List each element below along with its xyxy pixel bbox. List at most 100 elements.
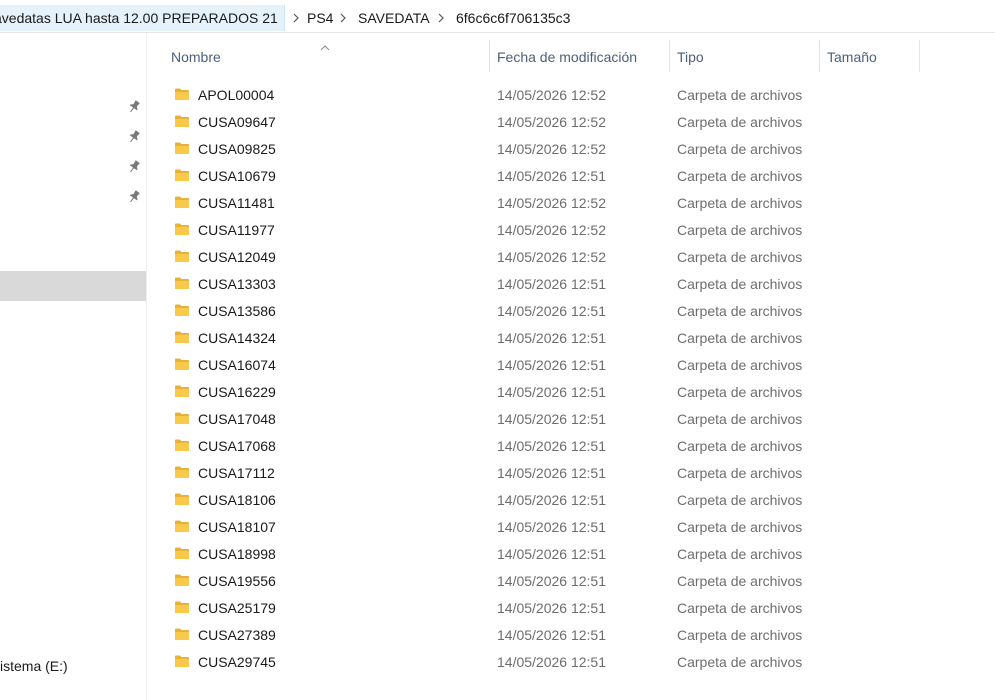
file-name: CUSA09825 — [198, 141, 276, 157]
folder-icon — [174, 249, 190, 263]
column-header-type[interactable]: Tipo — [677, 40, 819, 74]
pin-icon[interactable] — [126, 99, 142, 115]
file-row[interactable]: CUSA18107 14/05/2026 12:51 Carpeta de arch… — [166, 514, 986, 541]
file-row[interactable]: CUSA13586 14/05/2026 12:51 Carpeta de arch… — [166, 298, 986, 325]
file-name: CUSA12049 — [198, 249, 276, 265]
file-type: Carpeta de archivos — [677, 465, 803, 481]
folder-icon — [174, 573, 190, 587]
nav-item-selected[interactable] — [0, 271, 146, 301]
file-row[interactable]: CUSA09647 14/05/2026 12:52 Carpeta de arch… — [166, 109, 986, 136]
file-row[interactable]: CUSA09825 14/05/2026 12:52 Carpeta de arch… — [166, 136, 986, 163]
breadcrumb-label: PS4 — [307, 10, 334, 26]
file-name: CUSA13303 — [198, 276, 276, 292]
breadcrumb-segment-savedatas[interactable]: avedatas LUA hasta 12.00 PREPARADOS 21 — [0, 5, 285, 31]
folder-icon — [174, 276, 190, 290]
chevron-right-icon[interactable] — [286, 5, 306, 31]
file-type: Carpeta de archivos — [677, 411, 803, 427]
nav-item-drive-e[interactable]: istema (E:) — [0, 658, 68, 674]
folder-icon — [174, 600, 190, 614]
file-type: Carpeta de archivos — [677, 195, 803, 211]
chevron-right-icon[interactable] — [431, 5, 451, 31]
folder-icon — [174, 330, 190, 344]
column-divider[interactable] — [919, 40, 920, 72]
file-row[interactable]: CUSA10679 14/05/2026 12:51 Carpeta de arch… — [166, 163, 986, 190]
file-row[interactable]: CUSA25179 14/05/2026 12:51 Carpeta de arch… — [166, 595, 986, 622]
file-date-modified: 14/05/2026 12:51 — [497, 546, 606, 562]
file-name: CUSA19556 — [198, 573, 276, 589]
address-bar[interactable]: avedatas LUA hasta 12.00 PREPARADOS 21 P… — [0, 5, 995, 33]
file-name: CUSA29745 — [198, 654, 276, 670]
file-type: Carpeta de archivos — [677, 654, 803, 670]
file-name: CUSA11977 — [198, 222, 275, 238]
file-date-modified: 14/05/2026 12:51 — [497, 492, 606, 508]
file-row[interactable]: APOL00004 14/05/2026 12:52 Carpeta de arch… — [166, 82, 986, 109]
pin-icon[interactable] — [126, 159, 142, 175]
folder-icon — [174, 222, 190, 236]
file-name: CUSA10679 — [198, 168, 276, 184]
chevron-right-icon[interactable] — [333, 5, 353, 31]
file-date-modified: 14/05/2026 12:51 — [497, 438, 606, 454]
file-row[interactable]: CUSA11481 14/05/2026 12:52 Carpeta de arch… — [166, 190, 986, 217]
folder-icon — [174, 357, 190, 371]
file-row[interactable]: CUSA18106 14/05/2026 12:51 Carpeta de arch… — [166, 487, 986, 514]
file-name: CUSA18107 — [198, 519, 276, 535]
file-date-modified: 14/05/2026 12:51 — [497, 600, 606, 616]
file-row[interactable]: CUSA13303 14/05/2026 12:51 Carpeta de arch… — [166, 271, 986, 298]
file-row[interactable]: CUSA29745 14/05/2026 12:51 Carpeta de arch… — [166, 649, 986, 676]
folder-icon — [174, 411, 190, 425]
pin-icon[interactable] — [126, 129, 142, 145]
file-type: Carpeta de archivos — [677, 600, 803, 616]
file-type: Carpeta de archivos — [677, 168, 803, 184]
file-row[interactable]: CUSA17048 14/05/2026 12:51 Carpeta de arch… — [166, 406, 986, 433]
file-type: Carpeta de archivos — [677, 276, 803, 292]
folder-icon — [174, 384, 190, 398]
file-name: CUSA09647 — [198, 114, 276, 130]
file-date-modified: 14/05/2026 12:52 — [497, 195, 606, 211]
column-header-size[interactable]: Tamaño — [827, 40, 919, 74]
breadcrumb-segment-current-folder[interactable]: 6f6c6c6f706135c3 — [456, 5, 570, 31]
column-header-name[interactable]: Nombre — [171, 40, 489, 74]
pin-icon[interactable] — [126, 189, 142, 205]
file-name: CUSA16229 — [198, 384, 276, 400]
file-row[interactable]: CUSA14324 14/05/2026 12:51 Carpeta de arch… — [166, 325, 986, 352]
file-type: Carpeta de archivos — [677, 114, 803, 130]
file-name: CUSA14324 — [198, 330, 276, 346]
file-row[interactable]: CUSA19556 14/05/2026 12:51 Carpeta de arch… — [166, 568, 986, 595]
folder-icon — [174, 168, 190, 182]
breadcrumb-segment-savedata[interactable]: SAVEDATA — [358, 5, 430, 31]
file-type: Carpeta de archivos — [677, 492, 803, 508]
folder-icon — [174, 492, 190, 506]
file-row[interactable]: CUSA18998 14/05/2026 12:51 Carpeta de arch… — [166, 541, 986, 568]
file-date-modified: 14/05/2026 12:51 — [497, 465, 606, 481]
folder-icon — [174, 195, 190, 209]
column-divider[interactable] — [669, 40, 670, 72]
column-header-date[interactable]: Fecha de modificación — [497, 40, 669, 74]
file-date-modified: 14/05/2026 12:51 — [497, 303, 606, 319]
file-type: Carpeta de archivos — [677, 330, 803, 346]
file-type: Carpeta de archivos — [677, 141, 803, 157]
file-date-modified: 14/05/2026 12:51 — [497, 168, 606, 184]
file-name: CUSA17112 — [198, 465, 275, 481]
folder-icon — [174, 465, 190, 479]
file-date-modified: 14/05/2026 12:52 — [497, 114, 606, 130]
file-row[interactable]: CUSA27389 14/05/2026 12:51 Carpeta de arch… — [166, 622, 986, 649]
navigation-pane: istema (E:) — [0, 33, 147, 700]
file-type: Carpeta de archivos — [677, 222, 803, 238]
file-row[interactable]: CUSA17112 14/05/2026 12:51 Carpeta de arch… — [166, 460, 986, 487]
folder-icon — [174, 519, 190, 533]
breadcrumb-segment-ps4[interactable]: PS4 — [307, 5, 333, 31]
file-type: Carpeta de archivos — [677, 546, 803, 562]
file-row[interactable]: CUSA12049 14/05/2026 12:52 Carpeta de arch… — [166, 244, 986, 271]
file-name: CUSA18998 — [198, 546, 276, 562]
file-row[interactable]: CUSA16229 14/05/2026 12:51 Carpeta de arch… — [166, 379, 986, 406]
file-type: Carpeta de archivos — [677, 573, 803, 589]
file-row[interactable]: CUSA11977 14/05/2026 12:52 Carpeta de arch… — [166, 217, 986, 244]
column-divider[interactable] — [489, 40, 490, 72]
file-date-modified: 14/05/2026 12:51 — [497, 411, 606, 427]
folder-icon — [174, 141, 190, 155]
file-date-modified: 14/05/2026 12:51 — [497, 357, 606, 373]
file-name: CUSA27389 — [198, 627, 276, 643]
file-row[interactable]: CUSA17068 14/05/2026 12:51 Carpeta de arch… — [166, 433, 986, 460]
column-divider[interactable] — [819, 40, 820, 72]
file-row[interactable]: CUSA16074 14/05/2026 12:51 Carpeta de arch… — [166, 352, 986, 379]
